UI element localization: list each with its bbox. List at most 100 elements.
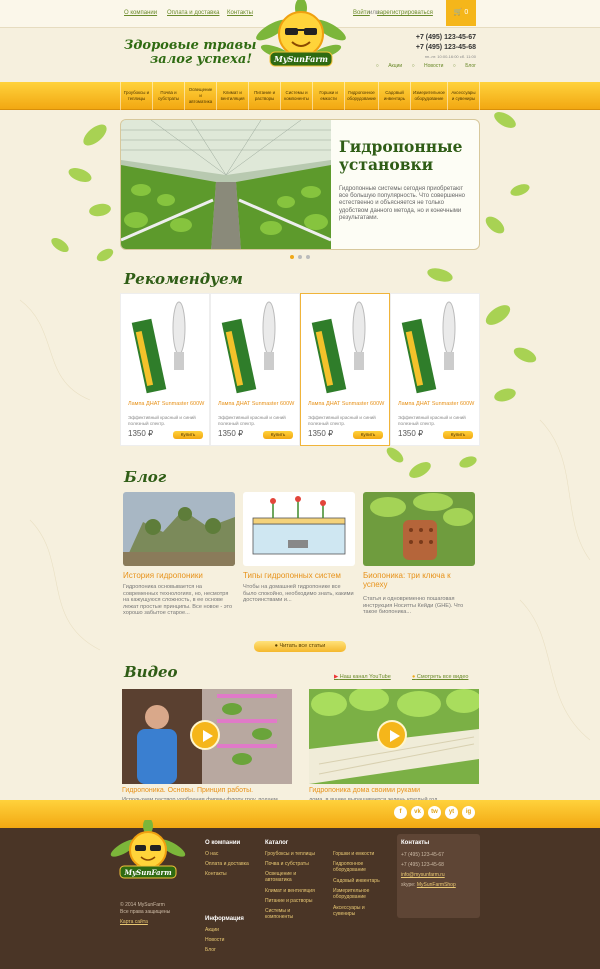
footer-phone-2[interactable]: +7 (495) 123-45-68: [401, 862, 444, 868]
footer-company-title: О компании: [205, 840, 241, 846]
buy-button[interactable]: Купить: [353, 431, 383, 439]
logo-text: MySunFarm: [273, 54, 329, 64]
footer-link-delivery[interactable]: Оплата и доставка: [205, 861, 249, 867]
blog-post-image[interactable]: [243, 492, 355, 566]
video-item-title[interactable]: Гидропоника дома своими руками: [309, 787, 481, 794]
blog-post-image[interactable]: [123, 492, 235, 566]
slider-dot-3[interactable]: [306, 255, 310, 259]
footer-link-contacts[interactable]: Контакты: [205, 871, 227, 877]
facebook-icon[interactable]: f: [394, 806, 407, 819]
footer-logo[interactable]: [108, 820, 188, 890]
footer-catalog-link[interactable]: Измерительное оборудование: [333, 888, 383, 900]
product-name[interactable]: Лампа ДНАТ Sunmaster 600W: [128, 401, 206, 408]
product-lamp-image: [401, 301, 456, 394]
slider-dot-2[interactable]: [298, 255, 302, 259]
cart-icon: 🛒: [453, 9, 463, 16]
youtube-icon[interactable]: yt: [445, 806, 458, 819]
blog-post-title[interactable]: История гидропоники: [123, 571, 237, 580]
footer-catalog-link[interactable]: Климат и вентиляция: [265, 888, 325, 894]
footer-link-about[interactable]: О нас: [205, 851, 218, 857]
footer-catalog-link[interactable]: Аксессуары и сувениры: [333, 905, 378, 917]
footer-catalog-link[interactable]: Садовый инвентарь: [333, 878, 391, 884]
blog-post-image[interactable]: [363, 492, 475, 566]
video-thumbnail[interactable]: [309, 689, 479, 784]
nav-item-soil[interactable]: Почва и субстраты: [152, 82, 184, 110]
video-thumbnail[interactable]: [122, 689, 292, 784]
cart-button[interactable]: 🛒 0: [446, 0, 476, 26]
footer-link-blog[interactable]: Блог: [205, 947, 216, 953]
twitter-icon[interactable]: tw: [428, 806, 441, 819]
header-link-promo[interactable]: ○ Акции: [376, 63, 402, 69]
product-card[interactable]: Лампа ДНАТ Sunmaster 600W Эффективный кр…: [390, 293, 480, 446]
play-button-icon[interactable]: [377, 720, 407, 750]
product-price: 1350 ₽: [308, 429, 334, 438]
vk-icon[interactable]: vk: [411, 806, 424, 819]
recommend-title: Рекомендуем: [124, 270, 243, 288]
instagram-icon[interactable]: ig: [462, 806, 475, 819]
play-button-icon[interactable]: [190, 720, 220, 750]
product-price: 1350 ₽: [218, 429, 244, 438]
footer-link-promo[interactable]: Акции: [205, 927, 219, 933]
buy-button[interactable]: Купить: [173, 431, 203, 439]
footer-catalog-link[interactable]: Питание и растворы: [265, 898, 325, 904]
top-link-about[interactable]: О компании: [124, 10, 157, 16]
footer-catalog-link[interactable]: Системы и компоненты: [265, 908, 310, 920]
nav-item-nutrition[interactable]: Питание и растворы: [248, 82, 280, 110]
youtube-icon: ▶: [334, 674, 339, 680]
footer-logo-text: MySunFarm: [124, 868, 172, 877]
buy-button[interactable]: Купить: [263, 431, 293, 439]
logo-sun-icon: [256, 0, 346, 67]
skype-link[interactable]: MySunFarmShop: [417, 882, 456, 888]
product-card[interactable]: Лампа ДНАТ Sunmaster 600W Эффективный кр…: [120, 293, 210, 446]
product-desc: Эффективный красный и синий полезный спе…: [128, 415, 196, 426]
nav-item-accessories[interactable]: Аксессуары и сувениры: [446, 82, 480, 110]
nav-item-lighting[interactable]: Освещение и автоматика: [184, 82, 216, 110]
footer-phone-1[interactable]: +7 (495) 123-45-67: [401, 852, 444, 858]
blog-post-text: Чтобы на домашней гидропонике все было с…: [243, 584, 354, 604]
header-link-blog[interactable]: ○ Блог: [453, 63, 476, 69]
header-link-news[interactable]: ○ Новости: [412, 63, 444, 69]
product-card[interactable]: Лампа ДНАТ Sunmaster 600W Эффективный кр…: [210, 293, 300, 446]
footer-catalog-link[interactable]: Почва и субстраты: [265, 861, 325, 867]
product-name[interactable]: Лампа ДНАТ Sunmaster 600W: [218, 401, 296, 408]
product-name[interactable]: Лампа ДНАТ Sunmaster 600W: [308, 401, 386, 408]
nav-item-garden[interactable]: Садовый инвентарь: [378, 82, 410, 110]
blog-post-title[interactable]: Типы гидропонных систем: [243, 571, 357, 580]
nav-item-measuring[interactable]: Измерительное оборудование: [410, 82, 447, 110]
copyright-line-1: © 2014 MySunFarm: [120, 902, 165, 908]
top-link-delivery[interactable]: Оплата и доставка: [167, 10, 219, 16]
footer-catalog-link[interactable]: Освещение и автоматика: [265, 871, 320, 883]
nav-item-systems[interactable]: Системы и компоненты: [280, 82, 312, 110]
product-desc: Эффективный красный и синий полезный спе…: [218, 415, 286, 426]
footer-catalog-link[interactable]: Гроубоксы и теплицы: [265, 851, 325, 857]
footer-email-link[interactable]: info@mysunfarm.ru: [401, 872, 445, 878]
nav-item-pots[interactable]: Горшки и емкости: [312, 82, 344, 110]
footer-link-news[interactable]: Новости: [205, 937, 224, 943]
nav-item-hydroponics[interactable]: Гидропонное оборудование: [344, 82, 378, 110]
youtube-channel-link[interactable]: ▶ Наш канал YouTube: [334, 674, 391, 680]
footer-catalog-link[interactable]: Горшки и емкости: [333, 851, 391, 857]
working-hours: пн.-пт. 10:00-16:00 сб. 11:00: [424, 54, 476, 59]
hero-title: Гидропонные установки: [339, 137, 463, 174]
hero-slider[interactable]: Гидропонные установки Гидропонные систем…: [120, 119, 480, 250]
phone-2[interactable]: +7 (495) 123-45-68: [416, 43, 476, 53]
all-videos-link[interactable]: ● Смотреть все видео: [412, 674, 468, 680]
product-name[interactable]: Лампа ДНАТ Sunmaster 600W: [398, 401, 476, 408]
login-link[interactable]: Войти: [353, 10, 370, 16]
product-card[interactable]: Лампа ДНАТ Sunmaster 600W Эффективный кр…: [300, 293, 390, 446]
video-item-title[interactable]: Гидропоника. Основы. Принцип работы.: [122, 787, 294, 794]
logo[interactable]: MySunFarm: [252, 0, 350, 80]
blog-title: Блог: [124, 468, 167, 486]
phone-1[interactable]: +7 (495) 123-45-67: [416, 33, 476, 43]
slider-dot-1[interactable]: [290, 255, 294, 259]
top-link-contacts[interactable]: Контакты: [227, 10, 253, 16]
footer-catalog-link[interactable]: Гидропонное оборудование: [333, 861, 378, 873]
sitemap-link[interactable]: Карта сайта: [120, 919, 148, 925]
nav-item-growboxes[interactable]: Гроубоксы и теплицы: [120, 82, 152, 110]
all-posts-button[interactable]: ● Читать все статьи: [254, 641, 346, 652]
product-lamp-image: [221, 301, 276, 394]
nav-item-climate[interactable]: Климат и вентиляция: [216, 82, 248, 110]
blog-post-title[interactable]: Биопоника: три ключа к успеху: [363, 571, 475, 589]
register-link[interactable]: зарегистрироваться: [377, 10, 433, 16]
buy-button[interactable]: Купить: [443, 431, 473, 439]
